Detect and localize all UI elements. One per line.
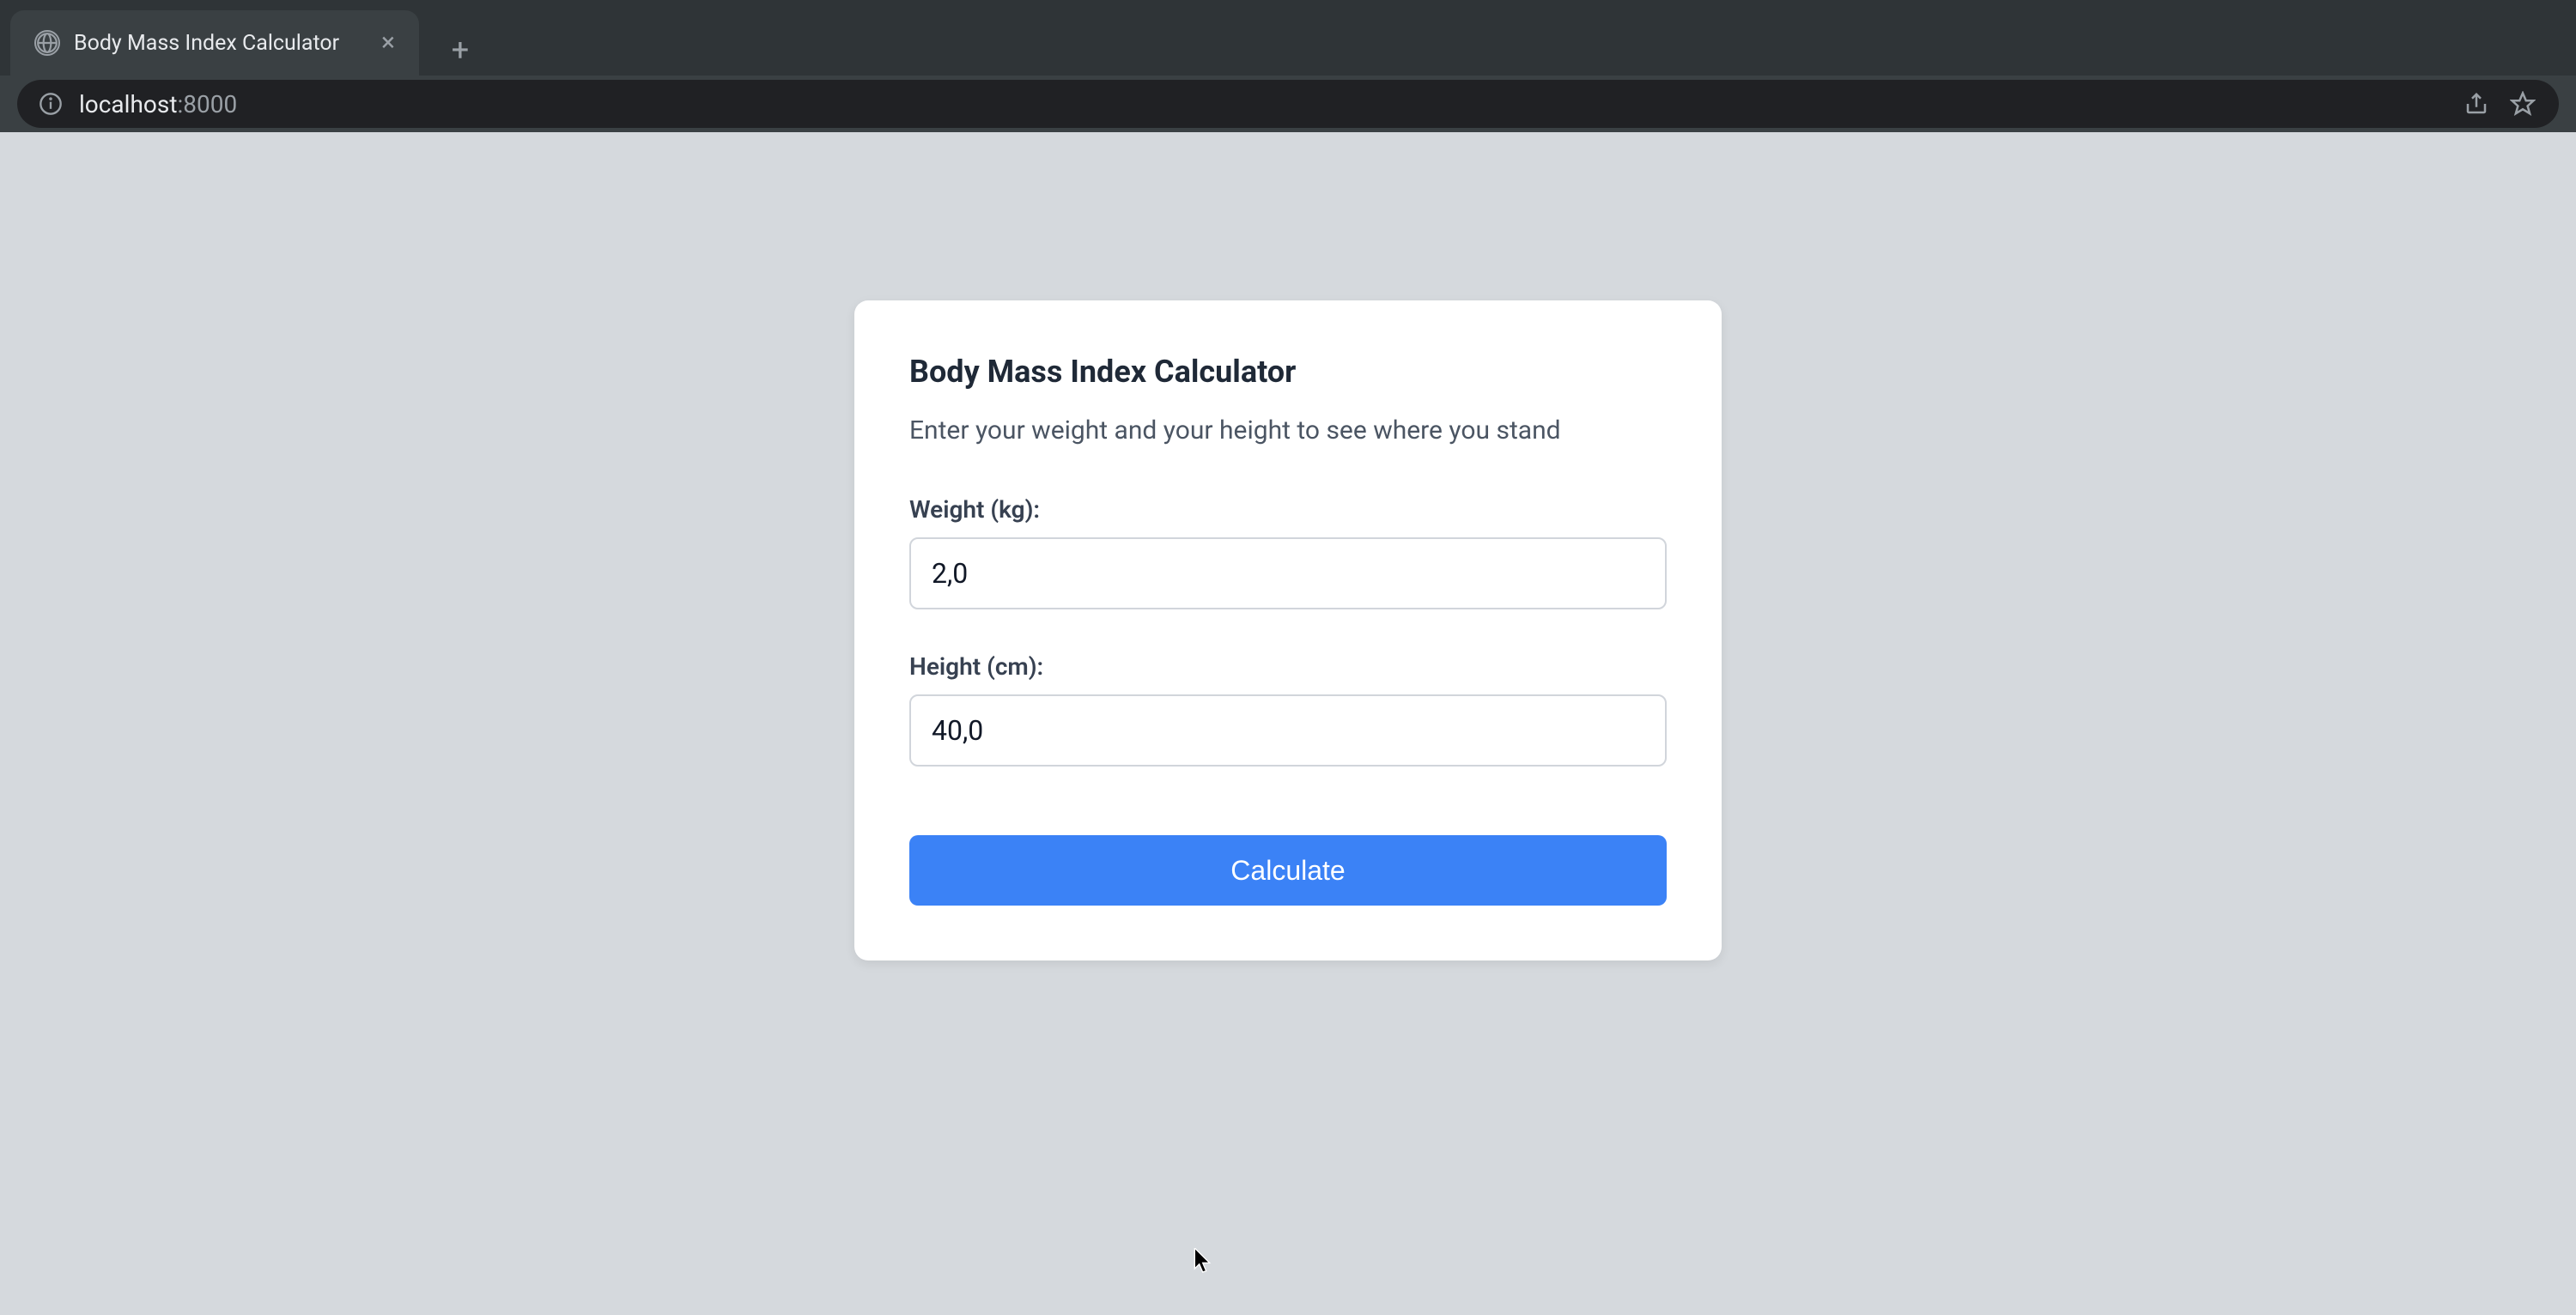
tab-title: Body Mass Index Calculator: [74, 31, 368, 56]
calculate-button[interactable]: Calculate: [909, 835, 1667, 906]
card-title: Body Mass Index Calculator: [909, 354, 1667, 390]
weight-label: Weight (kg):: [909, 495, 1667, 524]
height-input[interactable]: [909, 694, 1667, 767]
browser-tab[interactable]: Body Mass Index Calculator ×: [10, 10, 419, 76]
share-icon[interactable]: [2461, 88, 2492, 119]
address-bar-container: localhost:8000: [0, 76, 2576, 132]
url-text: localhost:8000: [79, 90, 2445, 118]
browser-chrome: Body Mass Index Calculator × + localhost…: [0, 0, 2576, 132]
tab-bar: Body Mass Index Calculator × +: [0, 0, 2576, 76]
globe-icon: [34, 30, 60, 56]
url-host: localhost: [79, 90, 177, 118]
star-icon[interactable]: [2507, 88, 2538, 119]
info-icon[interactable]: [38, 91, 64, 117]
new-tab-button[interactable]: +: [434, 24, 486, 76]
address-bar[interactable]: localhost:8000: [17, 80, 2559, 128]
weight-input[interactable]: [909, 537, 1667, 609]
url-port: :8000: [177, 90, 237, 118]
height-field-group: Height (cm):: [909, 652, 1667, 767]
weight-field-group: Weight (kg):: [909, 495, 1667, 609]
card-subtitle: Enter your weight and your height to see…: [909, 415, 1667, 445]
page-content: Body Mass Index Calculator Enter your we…: [0, 132, 2576, 1315]
close-icon[interactable]: ×: [381, 30, 395, 56]
height-label: Height (cm):: [909, 652, 1667, 681]
bmi-card: Body Mass Index Calculator Enter your we…: [854, 300, 1722, 960]
